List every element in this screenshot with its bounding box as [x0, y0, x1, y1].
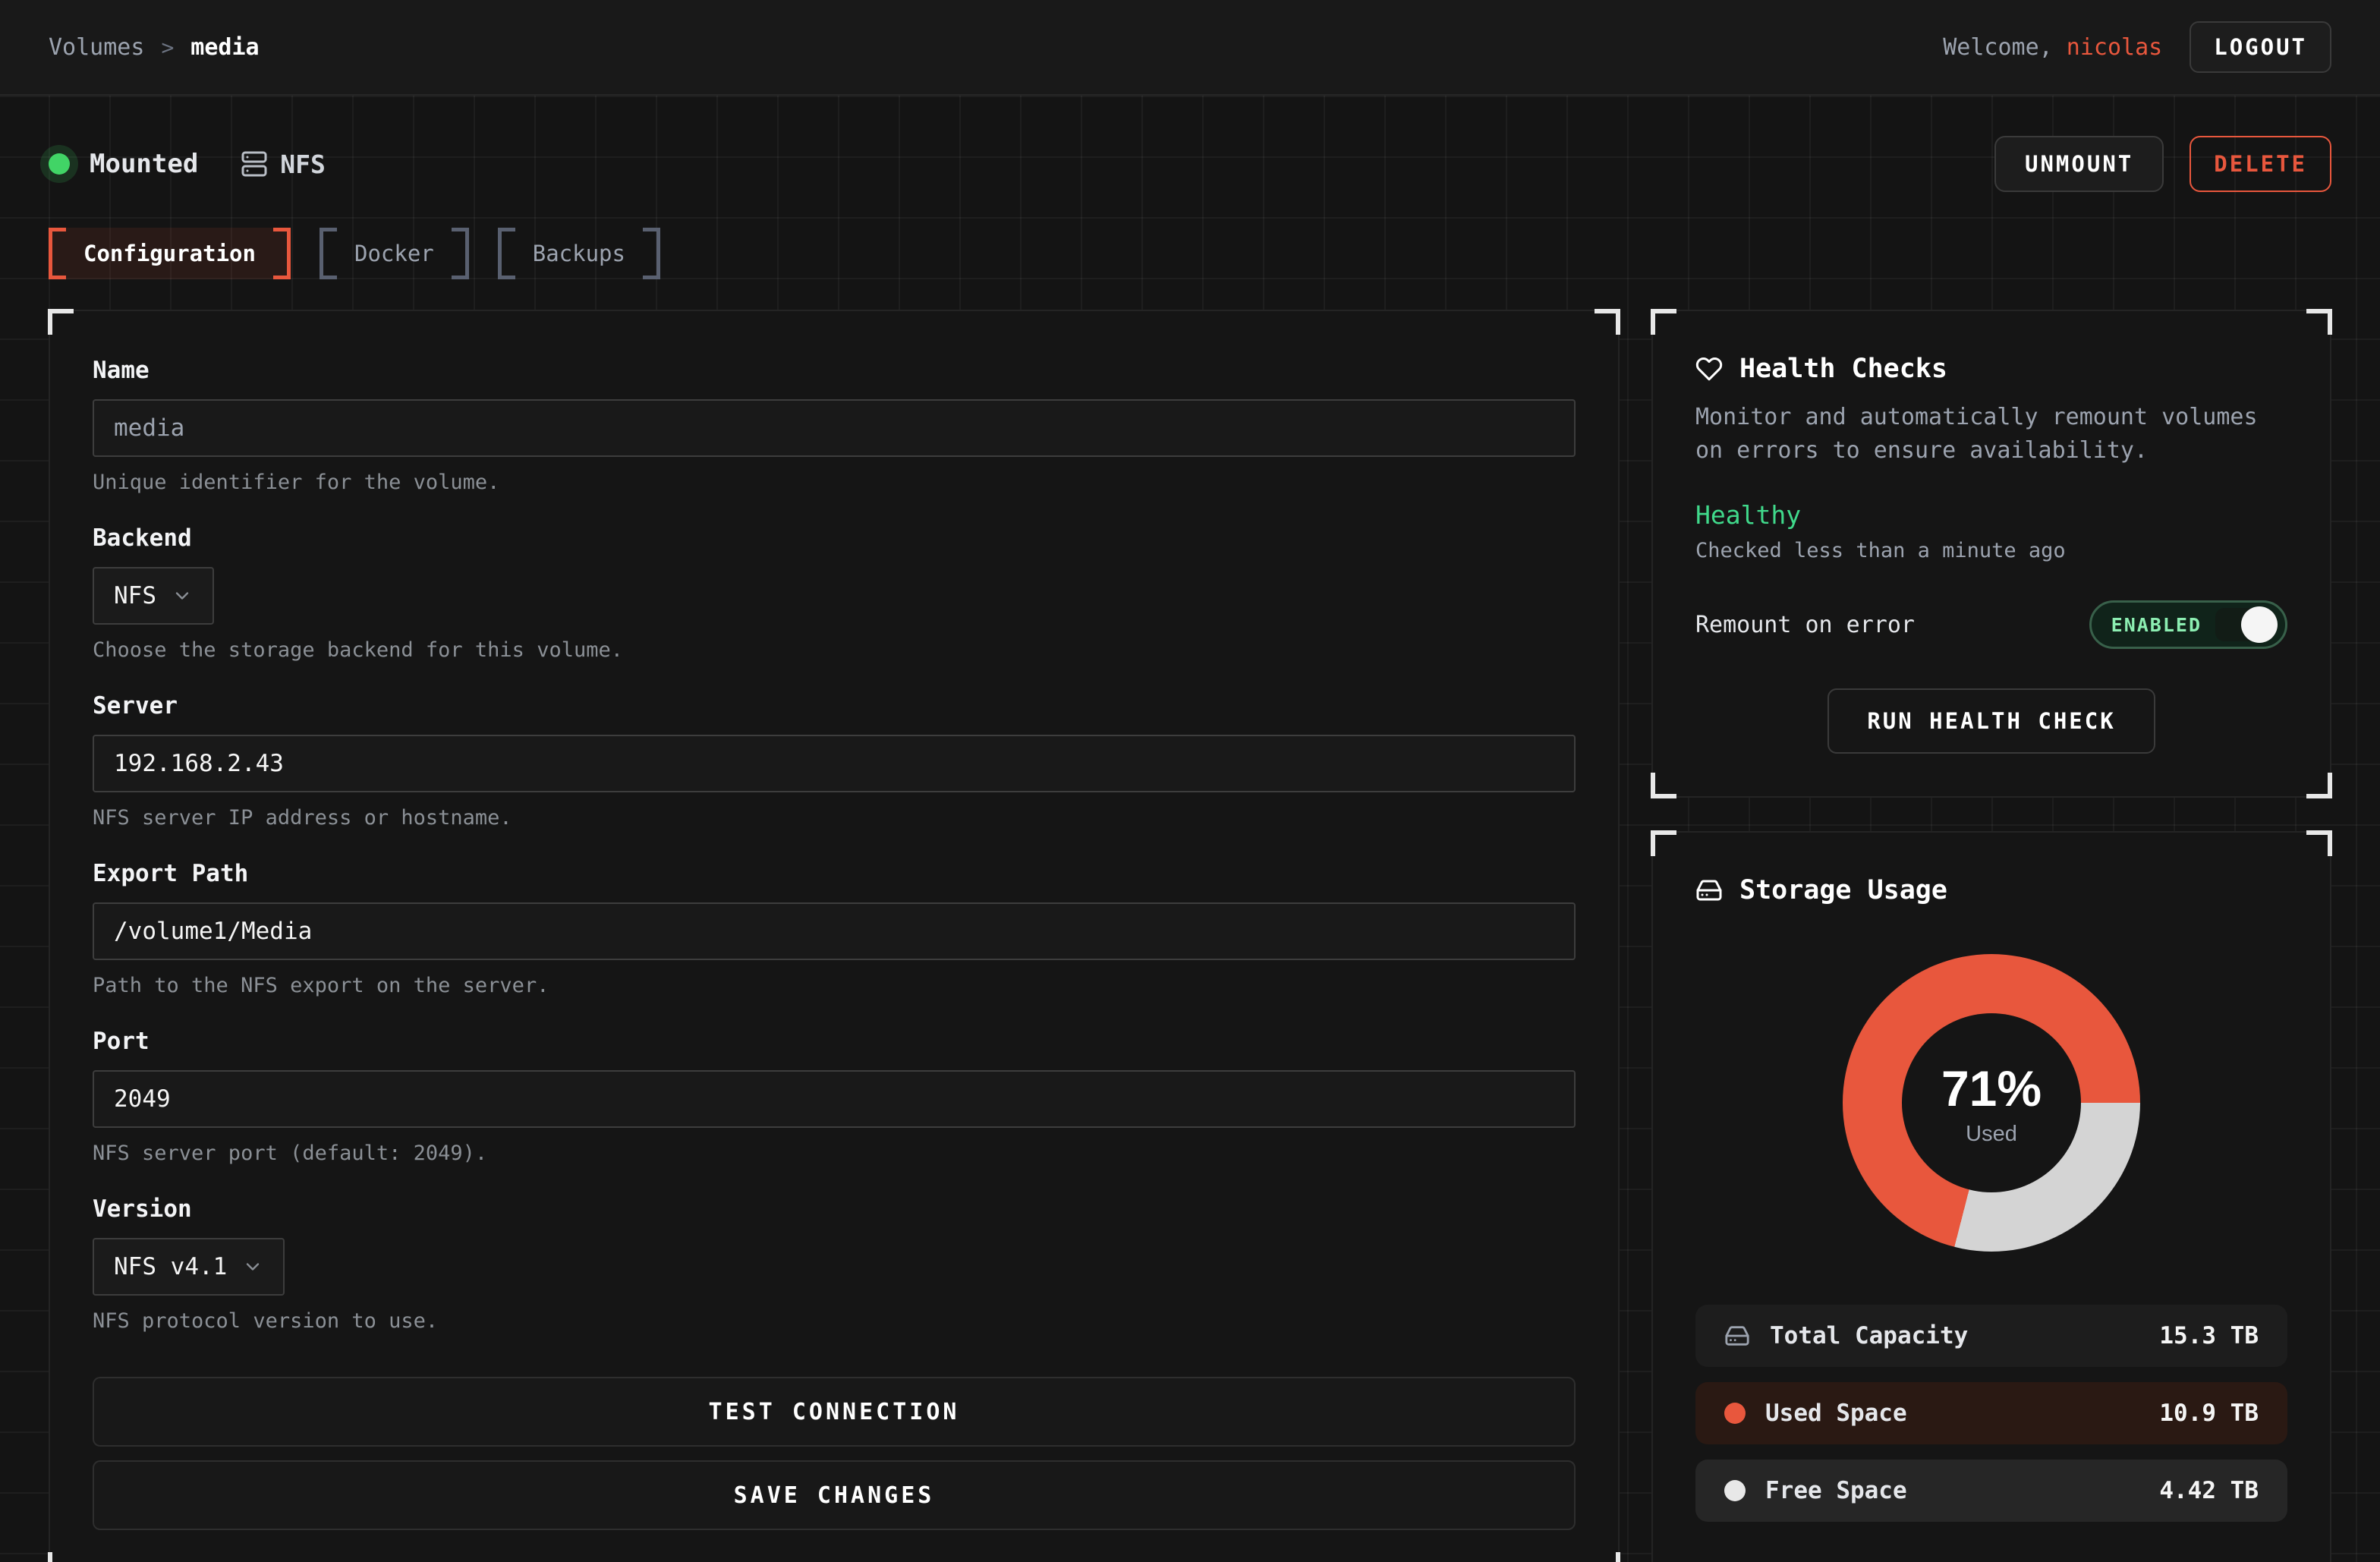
- test-connection-button[interactable]: TEST CONNECTION: [93, 1377, 1576, 1447]
- delete-button[interactable]: DELETE: [2190, 136, 2331, 192]
- storage-row-used: Used Space 10.9 TB: [1695, 1382, 2287, 1444]
- tab-backups[interactable]: Backups: [498, 228, 660, 279]
- export-path-input[interactable]: [93, 902, 1576, 960]
- card-corner-icon: [2306, 309, 2332, 335]
- card-corner-icon: [1651, 830, 1676, 856]
- version-select[interactable]: NFS v4.1: [93, 1238, 285, 1296]
- remount-on-error-label: Remount on error: [1695, 612, 1915, 638]
- tab-configuration[interactable]: Configuration: [49, 228, 291, 279]
- version-help: NFS protocol version to use.: [93, 1309, 1576, 1333]
- storage-row-value: 10.9 TB: [2159, 1400, 2259, 1427]
- server-label: Server: [93, 692, 1576, 720]
- mounted-status-label: Mounted: [90, 149, 198, 179]
- port-input[interactable]: [93, 1070, 1576, 1128]
- storage-row-label: Free Space: [1765, 1477, 1907, 1504]
- backend-help: Choose the storage backend for this volu…: [93, 638, 1576, 662]
- storage-row-free: Free Space 4.42 TB: [1695, 1460, 2287, 1522]
- storage-percent: 71%: [1941, 1060, 2042, 1117]
- version-select-value: NFS v4.1: [114, 1253, 227, 1280]
- port-label: Port: [93, 1028, 1576, 1055]
- health-last-checked: Checked less than a minute ago: [1695, 539, 2287, 562]
- port-help: NFS server port (default: 2049).: [93, 1142, 1576, 1165]
- storage-percent-label: Used: [1966, 1122, 2017, 1147]
- username: nicolas: [2067, 34, 2162, 61]
- configuration-card: Name Unique identifier for the volume. B…: [49, 310, 1620, 1562]
- backend-badge: NFS: [241, 150, 326, 179]
- name-help: Unique identifier for the volume.: [93, 471, 1576, 494]
- health-checks-description: Monitor and automatically remount volume…: [1695, 401, 2272, 467]
- card-corner-icon: [1651, 773, 1676, 798]
- breadcrumb-separator-icon: >: [161, 35, 174, 60]
- chevron-down-icon: [172, 585, 193, 606]
- breadcrumb: Volumes > media: [49, 34, 260, 61]
- storage-usage-card: Storage Usage 71% Used Total Capacity 15…: [1651, 831, 2331, 1562]
- backend-select[interactable]: NFS: [93, 567, 214, 625]
- toggle-knob: [2215, 606, 2278, 643]
- breadcrumb-volumes[interactable]: Volumes: [49, 34, 144, 61]
- hard-drive-icon: [1724, 1323, 1750, 1349]
- free-space-dot: [1724, 1480, 1746, 1501]
- welcome-text: Welcome, nicolas: [1943, 34, 2162, 61]
- server-help: NFS server IP address or hostname.: [93, 806, 1576, 830]
- card-corner-icon: [1595, 1552, 1620, 1562]
- run-health-check-button[interactable]: RUN HEALTH CHECK: [1828, 688, 2155, 754]
- storage-usage-title: Storage Usage: [1739, 875, 1947, 905]
- health-checks-card: Health Checks Monitor and automatically …: [1651, 310, 2331, 798]
- card-corner-icon: [2306, 773, 2332, 798]
- export-path-help: Path to the NFS export on the server.: [93, 974, 1576, 997]
- card-corner-icon: [1595, 309, 1620, 335]
- save-changes-button[interactable]: SAVE CHANGES: [93, 1460, 1576, 1530]
- health-checks-title: Health Checks: [1739, 354, 1947, 384]
- heart-icon: [1695, 355, 1723, 383]
- name-label: Name: [93, 357, 1576, 384]
- storage-row-label: Total Capacity: [1770, 1322, 1968, 1349]
- storage-row-value: 15.3 TB: [2159, 1322, 2259, 1349]
- top-bar: Volumes > media Welcome, nicolas LOGOUT: [0, 0, 2380, 96]
- server-input[interactable]: [93, 735, 1576, 792]
- card-corner-icon: [2306, 830, 2332, 856]
- storage-row-label: Used Space: [1765, 1400, 1907, 1427]
- version-label: Version: [93, 1195, 1576, 1223]
- tab-docker[interactable]: Docker: [320, 228, 469, 279]
- server-icon: [241, 150, 268, 178]
- logout-button[interactable]: LOGOUT: [2190, 21, 2331, 73]
- card-corner-icon: [48, 309, 74, 335]
- card-corner-icon: [1651, 309, 1676, 335]
- used-space-dot: [1724, 1403, 1746, 1424]
- chevron-down-icon: [242, 1256, 263, 1277]
- storage-row-value: 4.42 TB: [2159, 1477, 2259, 1504]
- export-path-label: Export Path: [93, 860, 1576, 887]
- tab-bar: Configuration Docker Backups: [49, 228, 2331, 279]
- storage-row-total: Total Capacity 15.3 TB: [1695, 1305, 2287, 1367]
- remount-toggle[interactable]: ENABLED: [2089, 600, 2287, 649]
- backend-label: Backend: [93, 524, 1576, 552]
- mounted-status-dot: [49, 153, 70, 175]
- storage-donut-center: 71% Used: [1902, 1013, 2081, 1192]
- backend-select-value: NFS: [114, 582, 156, 609]
- name-input[interactable]: [93, 399, 1576, 457]
- volume-status-row: Mounted NFS UNMOUNT DELETE: [49, 135, 2331, 193]
- health-status: Healthy: [1695, 500, 2287, 530]
- unmount-button[interactable]: UNMOUNT: [1994, 136, 2164, 192]
- remount-toggle-state: ENABLED: [2111, 614, 2202, 636]
- card-corner-icon: [48, 1552, 74, 1562]
- hard-drive-icon: [1695, 877, 1723, 904]
- backend-badge-label: NFS: [280, 150, 326, 179]
- breadcrumb-current: media: [190, 34, 259, 61]
